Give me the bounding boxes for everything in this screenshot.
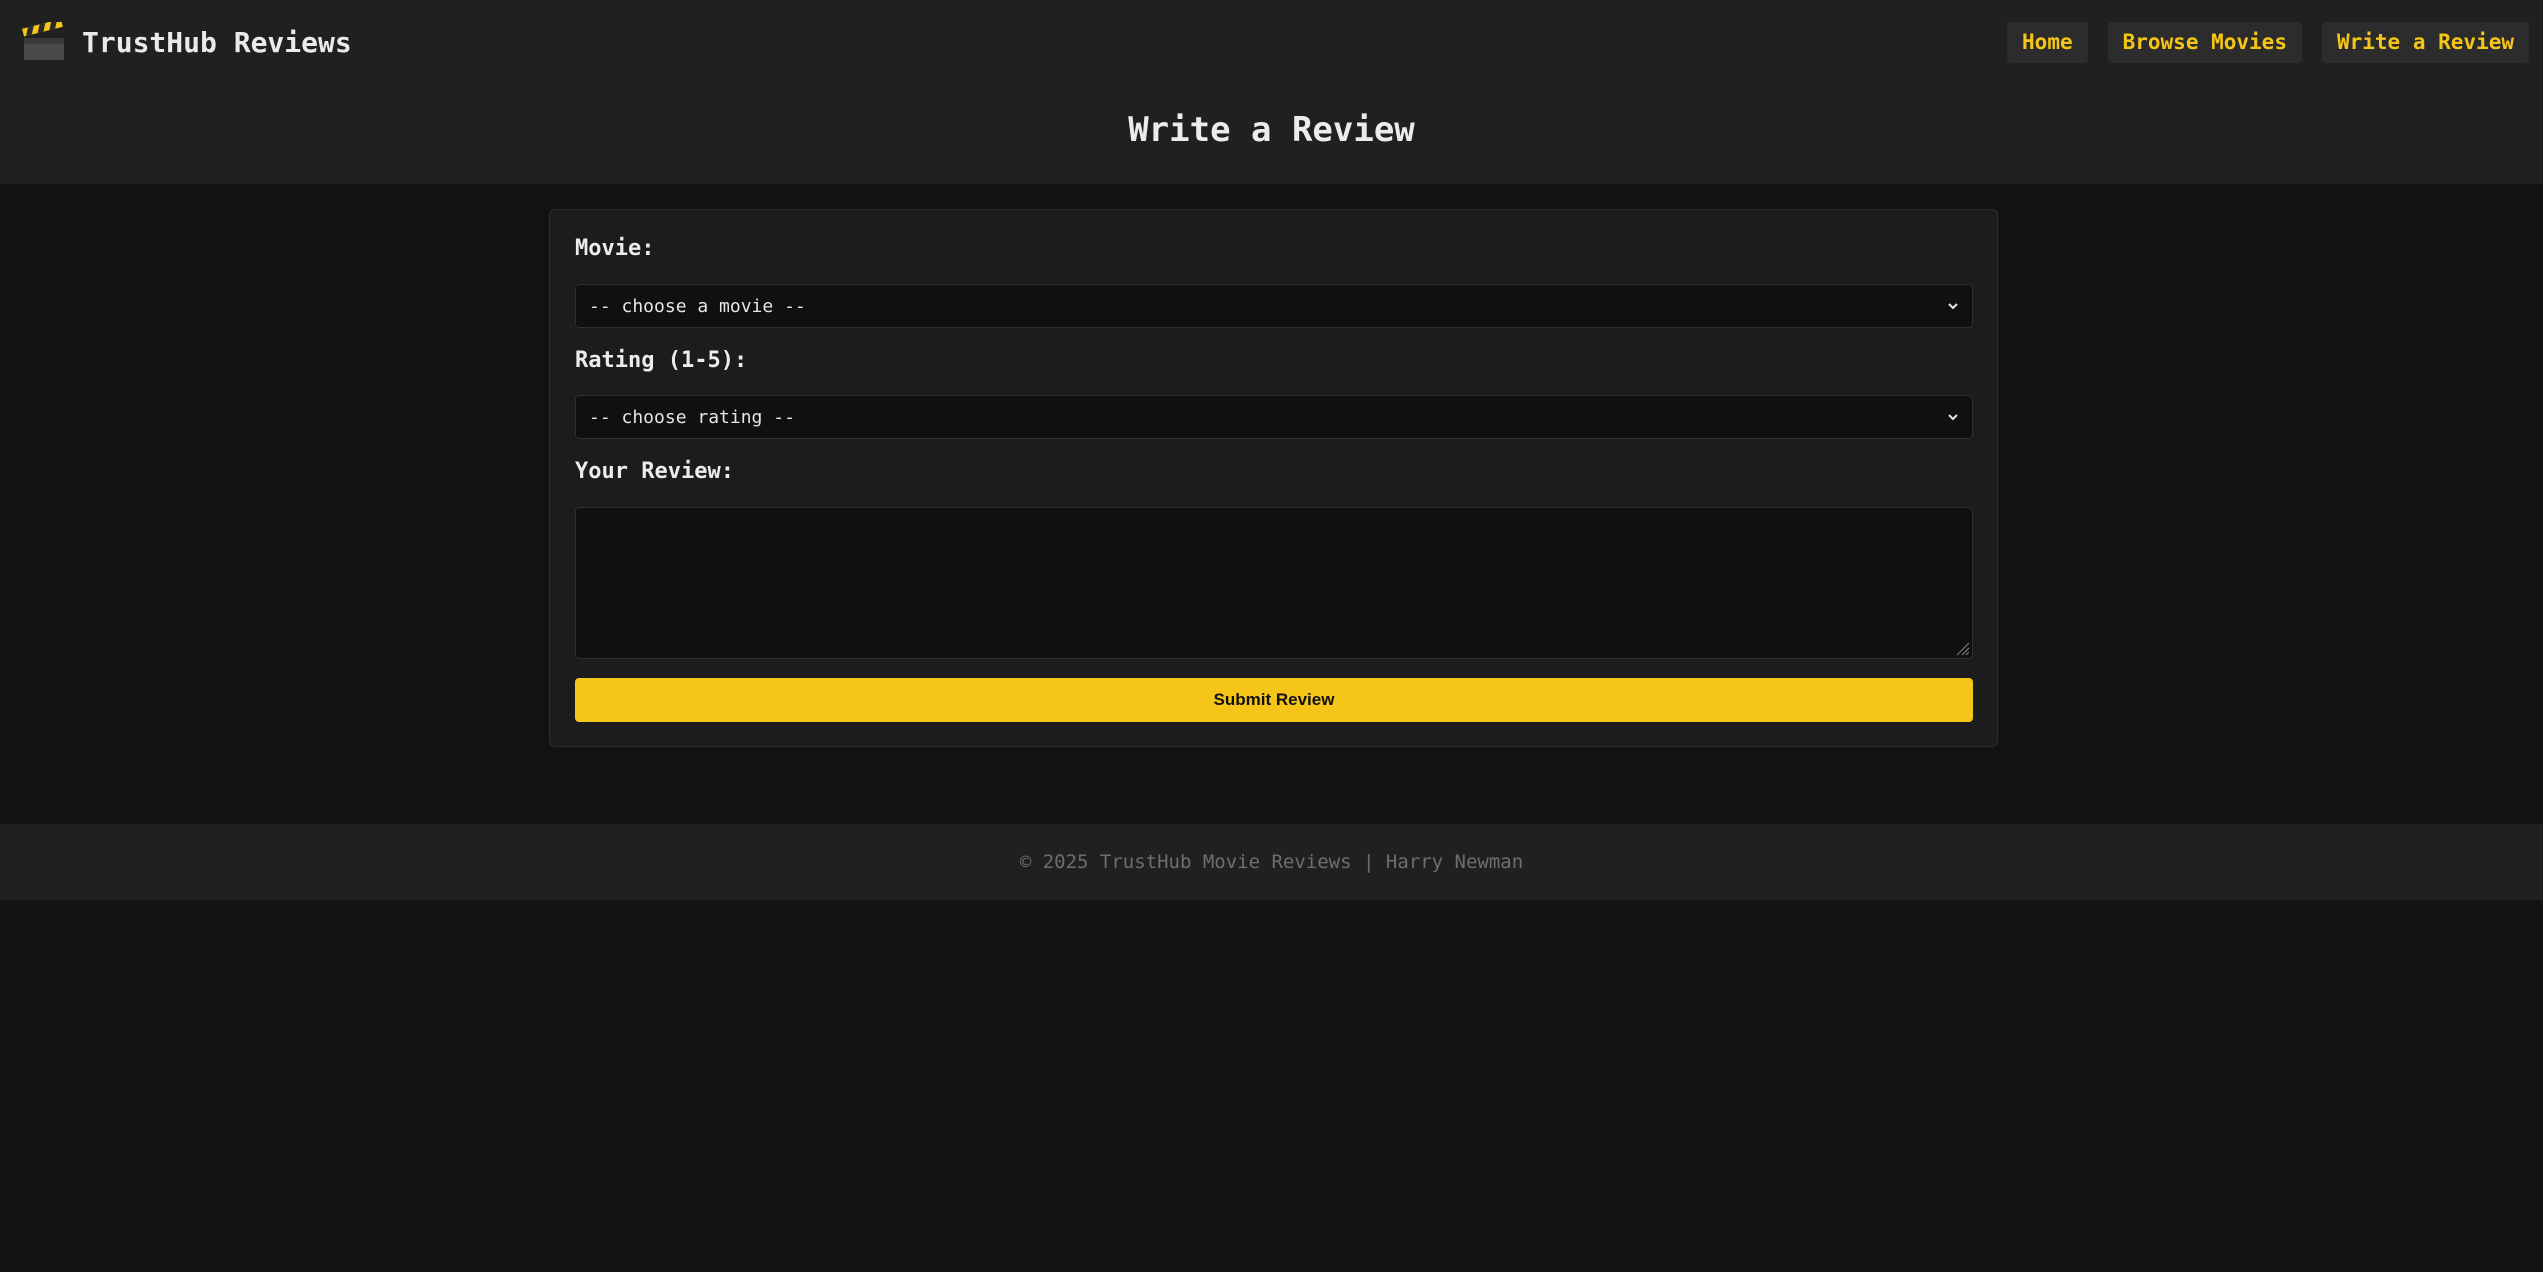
submit-review-button[interactable]: Submit Review [575, 678, 1973, 722]
review-label: Your Review: [575, 459, 734, 484]
resize-handle-icon[interactable] [1954, 640, 1970, 656]
review-form: Movie: -- choose a movie -- Rating (1-5)… [549, 209, 1998, 747]
rating-select-value: -- choose rating -- [589, 406, 795, 428]
movie-label: Movie: [575, 236, 655, 261]
movie-select[interactable]: -- choose a movie -- [575, 284, 1973, 328]
brand-name: TrustHub Reviews [82, 25, 352, 59]
clapperboard-icon [22, 22, 64, 60]
page-title: Write a Review [1128, 110, 1415, 150]
site-header: TrustHub Reviews Home Browse Movies Writ… [0, 0, 2543, 184]
rating-select[interactable]: -- choose rating -- [575, 395, 1973, 439]
main-nav: Home Browse Movies Write a Review [2007, 22, 2529, 63]
nav-write-review-link[interactable]: Write a Review [2321, 22, 2529, 63]
rating-label: Rating (1-5): [575, 348, 748, 373]
chevron-down-icon [1948, 303, 1958, 310]
movie-select-value: -- choose a movie -- [589, 295, 806, 317]
footer-text: © 2025 TrustHub Movie Reviews | Harry Ne… [1019, 851, 1524, 873]
review-textarea[interactable] [575, 507, 1973, 659]
nav-home-link[interactable]: Home [2007, 22, 2088, 63]
site-footer: © 2025 TrustHub Movie Reviews | Harry Ne… [0, 824, 2543, 900]
brand[interactable]: TrustHub Reviews [22, 16, 352, 68]
nav-browse-movies-link[interactable]: Browse Movies [2107, 22, 2302, 63]
chevron-down-icon [1948, 414, 1958, 421]
